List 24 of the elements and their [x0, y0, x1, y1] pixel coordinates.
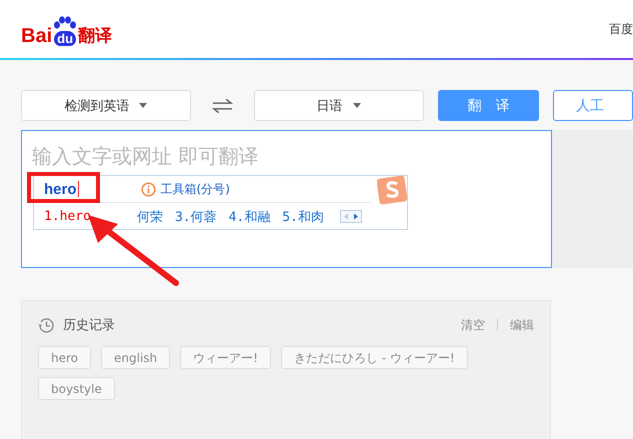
- target-language-select[interactable]: 日语: [254, 90, 424, 121]
- history-clock-icon: [38, 316, 55, 334]
- top-link[interactable]: 百度: [609, 20, 633, 38]
- baidu-logo[interactable]: Bai du 翻译: [21, 12, 112, 46]
- history-tag[interactable]: きただにひろし - ウィーアー!: [280, 346, 468, 369]
- translate-button[interactable]: 翻 译: [438, 90, 539, 121]
- human-translation-button[interactable]: 人工: [553, 90, 633, 121]
- history-tag[interactable]: hero: [38, 346, 91, 369]
- candidate-item[interactable]: 3.何蓉: [174, 208, 217, 226]
- swap-icon[interactable]: [212, 98, 233, 114]
- candidate-item[interactable]: 5.和肉: [282, 208, 324, 226]
- composition-text: hero: [44, 180, 77, 198]
- candidate-item[interactable]: 4.和融: [228, 208, 270, 226]
- page-arrows-icon[interactable]: [340, 210, 362, 223]
- history-tag[interactable]: english: [101, 346, 170, 369]
- edit-link[interactable]: 编辑: [510, 316, 534, 334]
- history-tag[interactable]: ウィーアー!: [180, 346, 271, 369]
- clear-link[interactable]: 清空: [461, 316, 485, 334]
- toolbox-link[interactable]: 工具箱(分号): [160, 180, 230, 198]
- history-title: 历史记录: [63, 317, 115, 334]
- history-tag[interactable]: boystyle: [38, 377, 115, 400]
- candidate-item[interactable]: 何荣: [136, 208, 163, 226]
- candidate-item[interactable]: 1.hero: [44, 209, 91, 224]
- source-language-select[interactable]: 检测到英语: [21, 90, 191, 121]
